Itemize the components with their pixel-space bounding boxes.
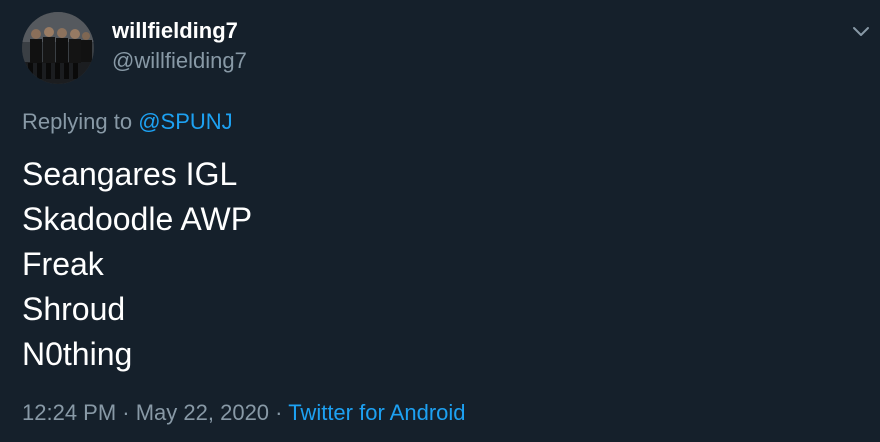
reply-mention-link[interactable]: @SPUNJ <box>138 109 232 134</box>
chevron-down-icon[interactable] <box>848 18 874 44</box>
tweet-time[interactable]: 12:24 PM <box>22 400 116 425</box>
tweet-line: Freak <box>22 246 104 282</box>
tweet-date[interactable]: May 22, 2020 <box>136 400 269 425</box>
tweet-source-link[interactable]: Twitter for Android <box>288 400 465 425</box>
meta-separator: · <box>269 400 289 425</box>
replying-to: Replying to @SPUNJ <box>22 108 233 136</box>
user-handle[interactable]: @willfielding7 <box>112 47 247 75</box>
avatar[interactable] <box>22 12 94 84</box>
meta-separator: · <box>116 400 136 425</box>
tweet-line: Skadoodle AWP <box>22 201 253 237</box>
display-name[interactable]: willfielding7 <box>112 17 238 45</box>
tweet-line: Shroud <box>22 291 126 327</box>
tweet-meta: 12:24 PM · May 22, 2020 · Twitter for An… <box>22 398 466 428</box>
tweet-line: N0thing <box>22 336 133 372</box>
avatar-group-photo <box>22 12 94 84</box>
replying-to-label: Replying to <box>22 109 139 134</box>
tweet-line: Seangares IGL <box>22 156 238 192</box>
tweet-text: Seangares IGL Skadoodle AWP Freak Shroud… <box>22 152 252 377</box>
tweet-card: willfielding7 @willfielding7 Replying to… <box>0 0 880 442</box>
